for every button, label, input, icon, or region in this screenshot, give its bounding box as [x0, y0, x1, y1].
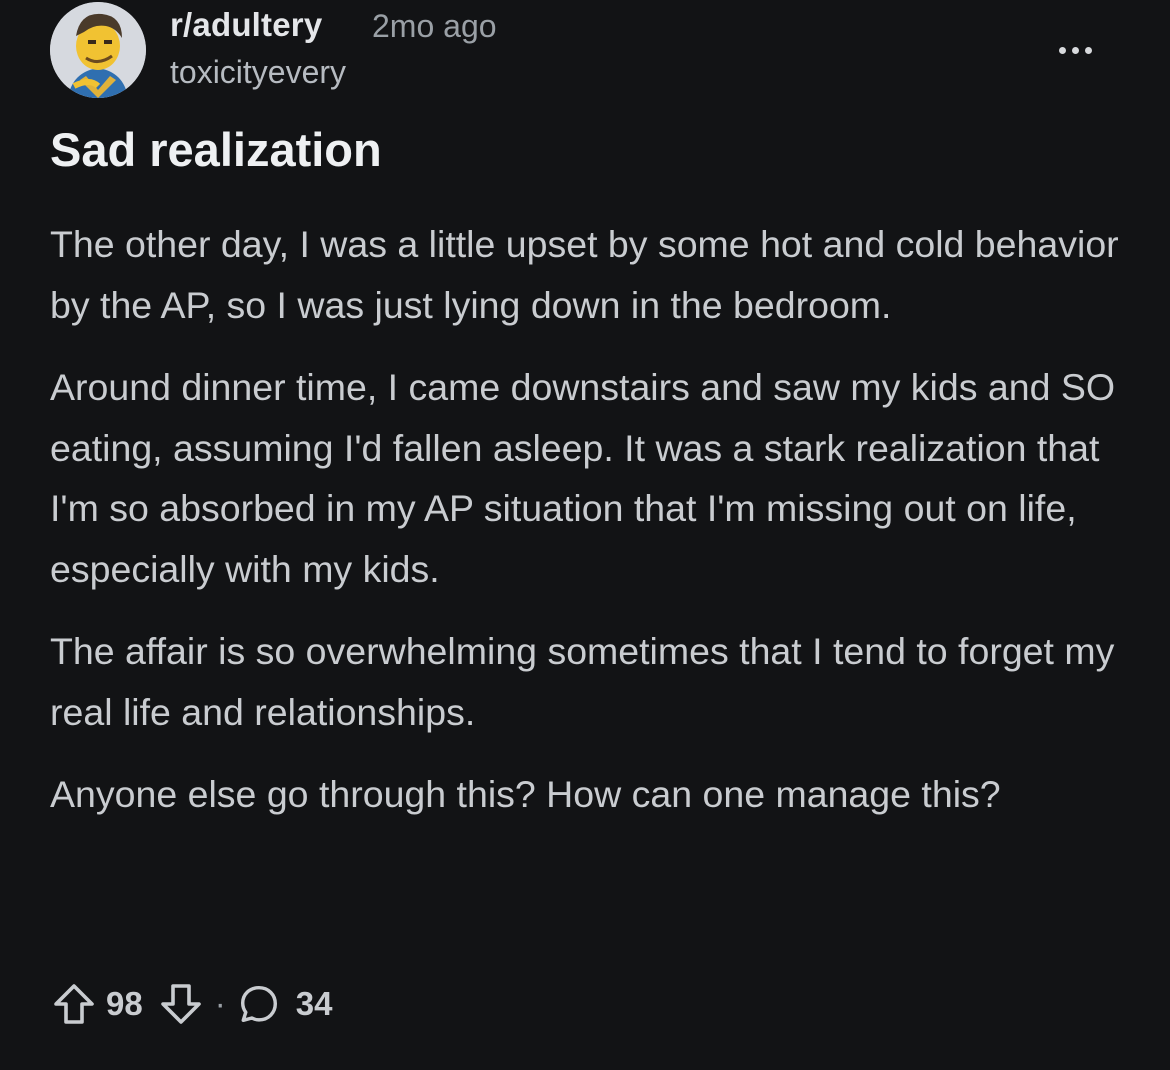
ellipsis-icon — [1084, 46, 1092, 54]
post-paragraph: Anyone else go through this? How can one… — [50, 773, 1001, 815]
post-actions: 98 · 34 — [50, 976, 332, 1032]
post-paragraph: The other day, I was a little upset by s… — [50, 223, 1119, 326]
post-paragraph: Around dinner time, I came downstairs an… — [50, 366, 1116, 590]
comment-bubble-icon — [240, 985, 277, 1023]
post-paragraph: The affair is so overwhelming sometimes … — [50, 630, 1115, 733]
cartoon-avatar-icon — [50, 2, 146, 98]
subreddit-link[interactable]: r/adultery — [170, 6, 322, 44]
more-options-button[interactable] — [1050, 30, 1100, 70]
comments-button[interactable] — [236, 981, 282, 1027]
upvote-count: 98 — [106, 985, 143, 1022]
downvote-arrow-icon — [160, 984, 201, 1024]
upvote-arrow-icon — [54, 984, 94, 1024]
ellipsis-icon — [1071, 46, 1079, 54]
post-card: r/adultery 2mo ago toxicityevery Sad rea… — [0, 0, 1170, 1070]
downvote-button[interactable] — [157, 980, 205, 1028]
post-timestamp: 2mo ago — [372, 8, 497, 44]
separator-dot: · — [214, 985, 226, 1022]
author-username[interactable]: toxicityevery — [170, 54, 346, 91]
ellipsis-icon — [1058, 46, 1066, 54]
post-title: Sad realization — [50, 123, 382, 176]
upvote-button[interactable] — [50, 980, 98, 1028]
comment-count[interactable]: 34 — [296, 985, 333, 1023]
user-avatar[interactable] — [50, 2, 146, 98]
post-body: The other day, I was a little upset by s… — [50, 214, 1140, 847]
